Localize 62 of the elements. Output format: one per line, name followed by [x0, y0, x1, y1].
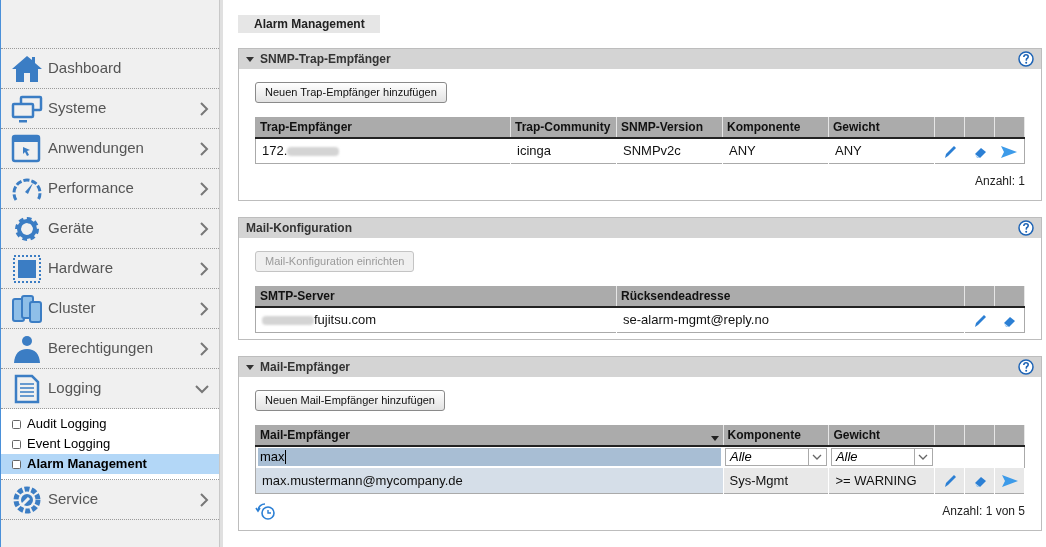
- nav-item[interactable]: Berechtigungen: [1, 329, 220, 369]
- column-header[interactable]: Rücksendeadresse: [616, 286, 965, 307]
- column-header[interactable]: Trap-Community: [510, 117, 617, 138]
- cluster-icon: [10, 293, 44, 324]
- nav-item[interactable]: Dashboard: [1, 49, 220, 89]
- submenu-item[interactable]: Audit Logging: [1, 414, 220, 434]
- row-count: Anzahl: 1: [974, 173, 1025, 190]
- table-cell: icinga: [517, 143, 551, 158]
- column-header[interactable]: Gewicht: [828, 117, 935, 138]
- nav-item[interactable]: Cluster: [1, 289, 220, 329]
- table-row[interactable]: fujitsu.com se-alarm-mgmt@reply.no: [255, 306, 1025, 333]
- chevron-down-icon: [812, 454, 823, 460]
- table-cell: 172.: [262, 143, 288, 158]
- add-button[interactable]: Neuen Mail-Empfänger hinzufügen: [255, 389, 445, 411]
- panel-title: SNMP-Trap-Empfänger: [260, 51, 391, 68]
- table-row[interactable]: 172. icinga SNMPv2c ANY ANY: [255, 137, 1025, 164]
- filter-dropdown[interactable]: Alle: [830, 448, 933, 466]
- help-icon[interactable]: [1018, 220, 1034, 236]
- column-header[interactable]: Mail-Empfänger: [255, 425, 723, 446]
- row-count: Anzahl: 1 von 5: [942, 503, 1025, 520]
- column-header[interactable]: Komponente: [722, 117, 829, 138]
- collapse-triangle-icon[interactable]: [246, 56, 254, 62]
- nav-item[interactable]: Performance: [1, 169, 220, 209]
- table-cell: se-alarm-mgmt@reply.no: [623, 312, 769, 327]
- nav-item[interactable]: Hardware: [1, 249, 220, 289]
- nav-item[interactable]: Service: [1, 480, 220, 520]
- monitors-icon: [10, 93, 44, 124]
- nav-item[interactable]: Systeme: [1, 89, 220, 129]
- filter-dropdown[interactable]: Alle: [725, 448, 827, 466]
- column-header[interactable]: SNMP-Version: [616, 117, 723, 138]
- submenu-item[interactable]: Alarm Management: [1, 454, 220, 474]
- column-header[interactable]: SMTP-Server: [255, 286, 617, 307]
- chip-icon: [10, 253, 44, 284]
- filter-field[interactable]: max: [258, 448, 721, 466]
- add-button[interactable]: Neuen Trap-Empfänger hinzufügen: [255, 81, 447, 103]
- checkbox-icon: [12, 439, 21, 449]
- table-cell: fujitsu.com: [314, 312, 377, 327]
- page-title: Alarm Management: [238, 15, 380, 33]
- help-icon[interactable]: [1018, 359, 1034, 375]
- panel-title: Mail-Konfiguration: [246, 220, 352, 237]
- column-header[interactable]: Trap-Empfänger: [255, 117, 511, 138]
- nav-item[interactable]: Geräte: [1, 209, 220, 249]
- table-cell: max.mustermann@mycompany.de: [262, 472, 463, 488]
- panel-title: Mail-Empfänger: [260, 359, 350, 376]
- table-cell: ANY: [835, 143, 862, 158]
- chevron-down-icon: [918, 454, 929, 460]
- table-cell: SNMPv2c: [623, 143, 681, 158]
- table-cell: ANY: [729, 143, 756, 158]
- home-icon: [10, 53, 44, 84]
- column-header[interactable]: Gewicht: [828, 425, 935, 446]
- send-icon[interactable]: [1000, 473, 1019, 490]
- table-cell: >= WARNING: [835, 472, 917, 488]
- collapse-triangle-icon[interactable]: [246, 364, 254, 370]
- checkbox-icon: [12, 419, 21, 429]
- submenu-item[interactable]: Event Logging: [1, 434, 220, 454]
- nav-item[interactable]: Anwendungen: [1, 129, 220, 169]
- refresh-clock-icon[interactable]: [255, 501, 277, 521]
- checkbox-icon: [12, 459, 21, 469]
- column-header[interactable]: Komponente: [723, 425, 829, 446]
- help-icon[interactable]: [1018, 51, 1034, 67]
- send-icon[interactable]: [1000, 143, 1019, 160]
- table-cell: Sys-Mgmt: [729, 472, 788, 488]
